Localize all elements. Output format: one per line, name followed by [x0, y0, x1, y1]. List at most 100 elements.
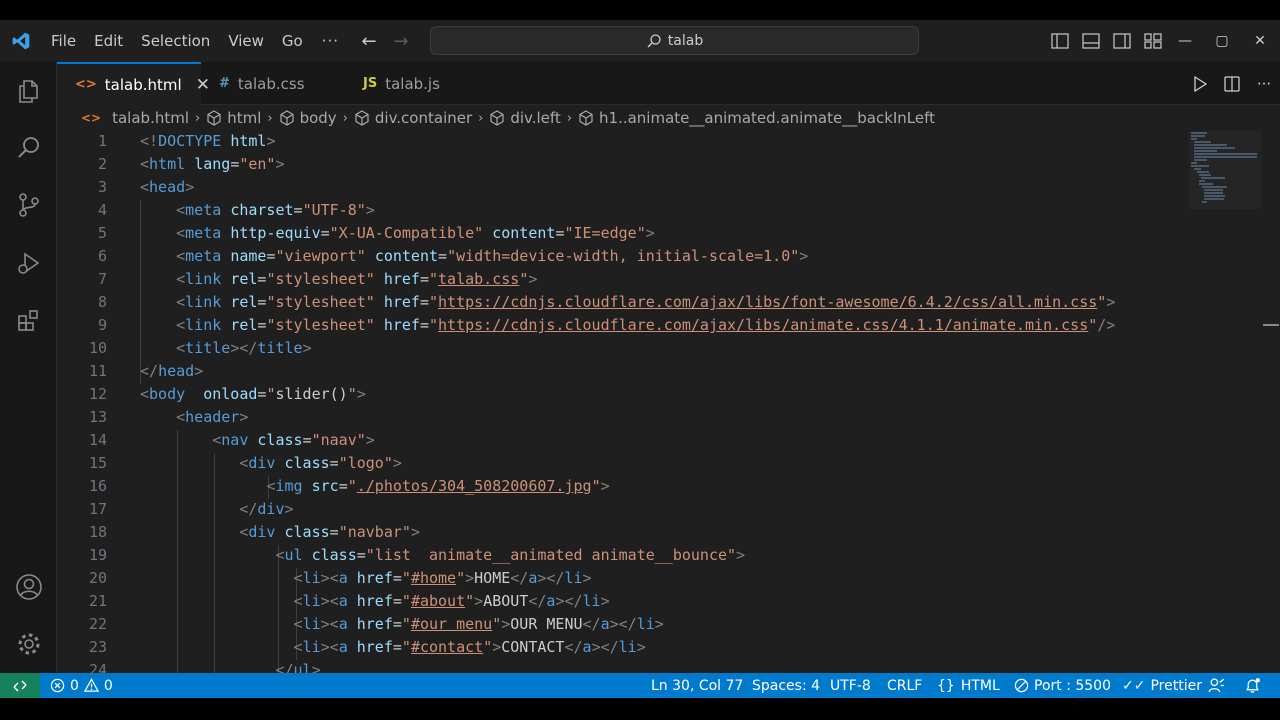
code-text: <link rel="stylesheet" href="https://cdn…: [140, 314, 1115, 337]
live-server-port[interactable]: Port : 5500: [1014, 673, 1111, 698]
maximize-button[interactable]: ▢: [1203, 20, 1241, 62]
code-token: =: [419, 316, 429, 334]
code-line[interactable]: 14 <nav class="naav">: [57, 429, 1187, 452]
code-line[interactable]: 21 <li><a href="#about">ABOUT</a></li>: [57, 590, 1187, 613]
command-center-search[interactable]: talab: [430, 26, 919, 55]
code-line[interactable]: 19 <ul class="list animate__animated ani…: [57, 544, 1187, 567]
code-line[interactable]: 5 <meta http-equiv="X-UA-Compatible" con…: [57, 222, 1187, 245]
code-line[interactable]: 7 <link rel="stylesheet" href="talab.css…: [57, 268, 1187, 291]
back-arrow-icon[interactable]: ←: [353, 31, 385, 52]
split-editor-icon[interactable]: [1216, 62, 1248, 105]
toggle-primary-sidebar-icon[interactable]: [1044, 20, 1075, 62]
close-window-button[interactable]: ✕: [1241, 20, 1279, 62]
explorer-icon[interactable]: [0, 66, 57, 116]
code-text: <meta http-equiv="X-UA-Compatible" conte…: [140, 222, 655, 245]
tab-talab-html[interactable]: <> talab.html ✕: [57, 62, 210, 105]
code-line[interactable]: 23 <li><a href="#contact">CONTACT</a></l…: [57, 636, 1187, 659]
code-line[interactable]: 2 <html lang="en">: [57, 153, 1187, 176]
code-token: div: [257, 500, 285, 518]
minimize-button[interactable]: —: [1166, 20, 1204, 62]
prettier-formatter[interactable]: ✓✓ Prettier: [1122, 673, 1202, 698]
code-editor[interactable]: 1 <!DOCTYPE html> 2 <html lang="en"> 3 <head>…: [57, 131, 1280, 673]
code-line[interactable]: 17 </div>: [57, 498, 1187, 521]
indentation[interactable]: Spaces: 4: [752, 673, 820, 698]
breadcrumb-body[interactable]: body: [300, 109, 337, 127]
code-token: a: [600, 615, 610, 633]
cursor-position[interactable]: Ln 30, Col 77: [651, 673, 743, 698]
remote-indicator-icon[interactable]: [0, 673, 40, 698]
element-icon: [578, 110, 594, 126]
feedback-icon[interactable]: [1208, 673, 1225, 698]
tab-talab-css[interactable]: # talab.css: [201, 62, 345, 105]
line-number: 14: [88, 431, 107, 449]
menu-edit[interactable]: Edit: [85, 20, 132, 62]
breadcrumb-div-left[interactable]: div.left: [510, 109, 560, 127]
breadcrumb-html[interactable]: html: [227, 109, 261, 127]
code-line[interactable]: 11 </head>: [57, 360, 1187, 383]
menu-file[interactable]: File: [42, 20, 85, 62]
menu-selection[interactable]: Selection: [132, 20, 219, 62]
breadcrumb-file[interactable]: talab.html: [112, 109, 189, 127]
code-line[interactable]: 10 <title></title>: [57, 337, 1187, 360]
code-token: meta: [185, 247, 222, 265]
code-line[interactable]: 22 <li><a href="#our menu">OUR MENU</a><…: [57, 613, 1187, 636]
code-token: </: [239, 500, 258, 518]
notifications-bell-icon[interactable]: [1244, 673, 1261, 698]
end-of-line[interactable]: CRLF: [887, 673, 922, 698]
code-token: >: [645, 224, 655, 242]
menu-view[interactable]: View: [219, 20, 273, 62]
code-token: a: [338, 569, 348, 587]
code-line[interactable]: 16 <img src="./photos/304_508200607.jpg"…: [57, 475, 1187, 498]
code-line[interactable]: 4 <meta charset="UTF-8">: [57, 199, 1187, 222]
editor-tab-bar: <> talab.html ✕ # talab.css JS talab.js …: [57, 62, 1280, 105]
code-line[interactable]: 18 <div class="navbar">: [57, 521, 1187, 544]
file-encoding[interactable]: UTF-8: [830, 673, 871, 698]
code-token: href: [356, 592, 393, 610]
code-token: class: [257, 431, 303, 449]
layout-controls: [1044, 20, 1168, 62]
forward-arrow-icon[interactable]: →: [385, 31, 417, 52]
code-line[interactable]: 24 </ul>: [57, 659, 1187, 673]
code-line[interactable]: 15 <div class="logo">: [57, 452, 1187, 475]
run-debug-icon[interactable]: [0, 238, 57, 288]
code-line[interactable]: 1 <!DOCTYPE html>: [57, 131, 1187, 153]
toggle-panel-icon[interactable]: [1075, 20, 1106, 62]
code-token: "stylesheet": [266, 316, 375, 334]
extensions-icon[interactable]: [0, 296, 57, 346]
problems-indicator[interactable]: 0 0: [50, 673, 113, 698]
chevron-right-icon: ›: [342, 110, 348, 126]
menu-more-button[interactable]: ···: [312, 32, 353, 50]
code-token: li: [618, 638, 637, 656]
code-line[interactable]: 8 <link rel="stylesheet" href="https://c…: [57, 291, 1187, 314]
more-actions-icon[interactable]: ···: [1248, 62, 1280, 105]
code-token: =: [230, 155, 240, 173]
code-token: img: [275, 477, 303, 495]
customize-layout-icon[interactable]: [1137, 20, 1168, 62]
menu-go[interactable]: Go: [273, 20, 312, 62]
source-control-icon[interactable]: [0, 180, 57, 230]
search-view-icon[interactable]: [0, 123, 57, 173]
language-mode[interactable]: {} HTML: [937, 673, 1000, 698]
code-line[interactable]: 20 <li><a href="#home">HOME</a></li>: [57, 567, 1187, 590]
code-line[interactable]: 6 <meta name="viewport" content="width=d…: [57, 245, 1187, 268]
run-icon[interactable]: [1184, 62, 1216, 105]
accounts-icon[interactable]: [0, 562, 57, 612]
code-line[interactable]: 9 <link rel="stylesheet" href="https://c…: [57, 314, 1187, 337]
code-token: >: [1106, 293, 1116, 311]
code-token: "stylesheet": [266, 270, 375, 288]
code-token: li: [636, 615, 655, 633]
code-line[interactable]: 3 <head>: [57, 176, 1187, 199]
minimap[interactable]: [1187, 131, 1267, 231]
toggle-secondary-sidebar-icon[interactable]: [1106, 20, 1137, 62]
manage-gear-icon[interactable]: [0, 619, 57, 669]
tab-talab-js[interactable]: JS talab.js: [345, 62, 489, 105]
breadcrumb-h1[interactable]: h1..animate__animated.animate__backInLef…: [599, 109, 935, 127]
code-line[interactable]: 12 <body onload="slider()">: [57, 383, 1187, 406]
code-line[interactable]: 13 <header>: [57, 406, 1187, 429]
breadcrumb-div-container[interactable]: div.container: [375, 109, 472, 127]
code-token: ><: [320, 638, 339, 656]
code-token: =: [392, 569, 402, 587]
